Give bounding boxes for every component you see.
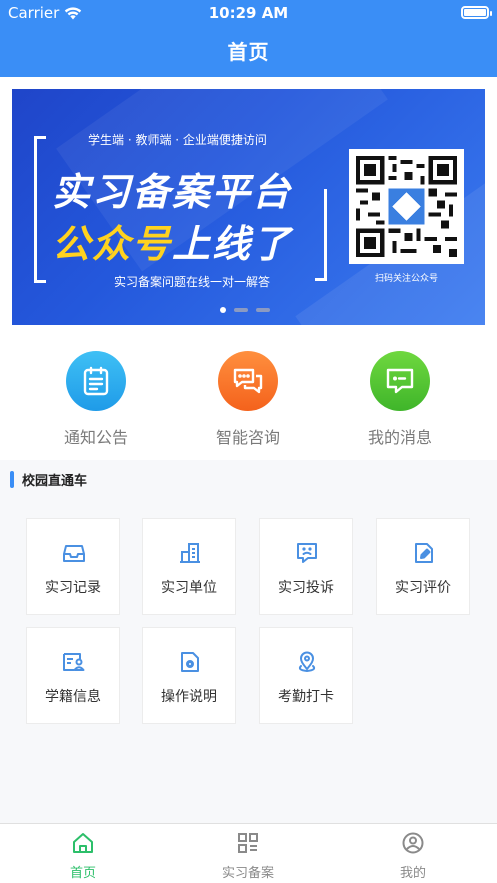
clipboard-icon [66, 351, 126, 411]
tab-label: 实习备案 [221, 866, 274, 881]
quick-action-label: 我的消息 [367, 428, 432, 447]
grid-item-instructions[interactable]: 操作说明 [142, 627, 236, 724]
grid-item-internship-complaint[interactable]: 实习投诉 [259, 518, 353, 615]
tab-label: 首页 [69, 866, 96, 881]
grid-item-label: 考勤打卡 [278, 689, 334, 705]
status-bar: Carrier 10:29 AM [0, 0, 497, 26]
page-title: 首页 [227, 40, 270, 64]
battery-icon [461, 6, 492, 19]
tab-label: 我的 [399, 866, 426, 881]
messages-button[interactable]: 我的消息 [340, 351, 460, 448]
qr-code [349, 149, 464, 264]
inbox-icon [63, 545, 85, 562]
grid-item-label: 实习单位 [161, 580, 217, 596]
carousel-indicator[interactable] [220, 307, 270, 313]
tab-internship-filing[interactable]: 实习备案 [198, 832, 298, 881]
tab-profile[interactable]: 我的 [363, 832, 463, 881]
complaint-icon [297, 543, 317, 563]
message-icon [370, 351, 430, 411]
id-card-icon [63, 653, 85, 671]
quick-actions: 通知公告 智能咨询 我的消息 [0, 335, 497, 460]
grid-item-internship-company[interactable]: 实习单位 [142, 518, 236, 615]
grid-item-label: 学籍信息 [45, 689, 101, 705]
quick-action-label: 智能咨询 [215, 428, 280, 447]
section-title: 校园直通车 [22, 474, 88, 489]
grid-item-internship-evaluation[interactable]: 实习评价 [376, 518, 470, 615]
location-icon [298, 651, 316, 672]
tab-home[interactable]: 首页 [33, 832, 133, 881]
quick-action-label: 通知公告 [63, 428, 128, 447]
grid-item-label: 实习评价 [395, 580, 451, 596]
grid-item-label: 实习记录 [45, 580, 101, 596]
bracket-decoration [315, 189, 327, 281]
banner-highlight: 公众号 [52, 222, 173, 266]
promo-banner[interactable]: 学生端 · 教师端 · 企业端便捷访问 实习备案平台 公众号上线了 实习备案问题… [12, 89, 485, 325]
grid-item-attendance[interactable]: 考勤打卡 [259, 627, 353, 724]
banner-footer: 实习备案问题在线一对一解答 [114, 275, 271, 289]
grid-item-label: 实习投诉 [278, 580, 334, 596]
section-accent-bar [10, 471, 14, 488]
banner-subtitle: 学生端 · 教师端 · 企业端便捷访问 [88, 133, 267, 147]
bracket-decoration [34, 136, 46, 283]
qr-caption: 扫码关注公众号 [374, 274, 438, 284]
status-time: 10:29 AM [208, 4, 289, 22]
grid-icon [238, 833, 258, 853]
carousel-dot[interactable] [234, 308, 248, 312]
grid-item-student-info[interactable]: 学籍信息 [26, 627, 120, 724]
section-header: 校园直通车 [10, 470, 87, 489]
grid-item-internship-record[interactable]: 实习记录 [26, 518, 120, 615]
banner-title-rest: 上线了 [172, 222, 293, 266]
carousel-dot-active[interactable] [220, 307, 226, 313]
edit-doc-icon [415, 543, 433, 563]
app-header: Carrier 10:29 AM 首页 [0, 0, 497, 77]
banner-section: 学生端 · 教师端 · 企业端便捷访问 实习备案平台 公众号上线了 实习备案问题… [0, 77, 497, 335]
carousel-dot[interactable] [256, 308, 270, 312]
banner-title: 实习备案平台 [52, 170, 293, 214]
chat-icon [218, 351, 278, 411]
building-icon [180, 543, 200, 563]
user-icon [402, 832, 424, 854]
consult-button[interactable]: 智能咨询 [188, 351, 308, 448]
home-icon [73, 833, 93, 853]
tab-bar: 首页 实习备案 我的 [0, 823, 497, 883]
grid-item-label: 操作说明 [161, 689, 217, 705]
notice-button[interactable]: 通知公告 [36, 351, 156, 448]
gear-doc-icon [181, 652, 199, 672]
banner-title-line2: 公众号上线了 [52, 213, 292, 268]
